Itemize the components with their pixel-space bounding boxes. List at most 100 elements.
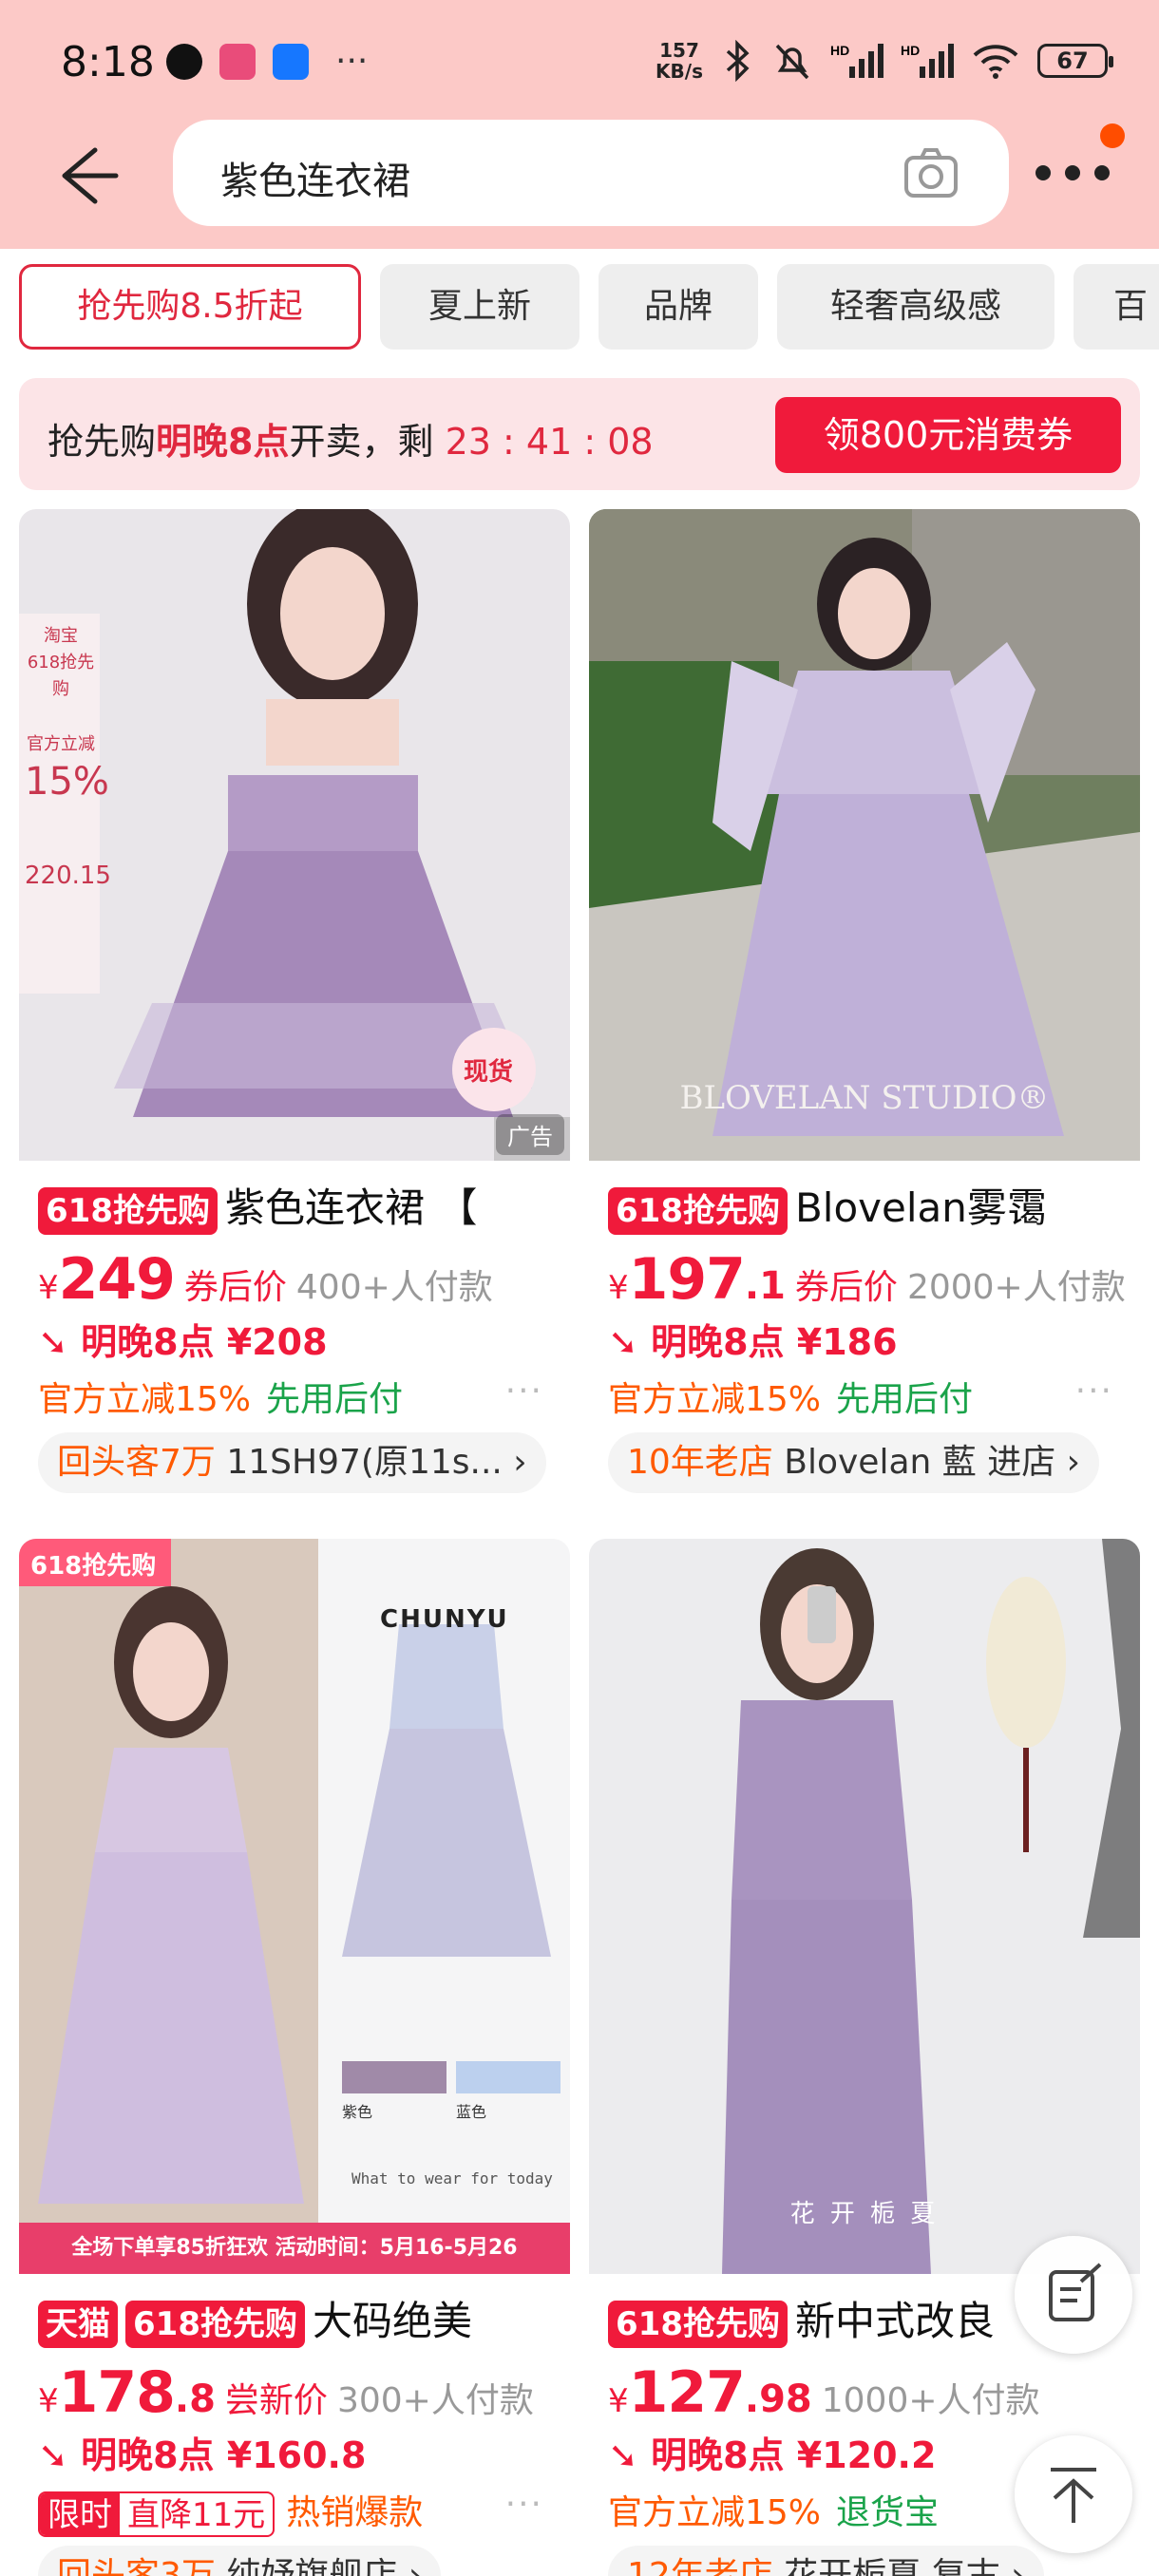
- chip-summer-new[interactable]: 夏上新: [380, 264, 580, 350]
- more-dots-icon[interactable]: ···: [505, 2485, 543, 2524]
- more-options-icon[interactable]: [1030, 152, 1115, 190]
- price: 178: [58, 2359, 176, 2426]
- price: 249: [58, 1246, 176, 1313]
- claim-coupon-button[interactable]: 领800元消费券: [775, 397, 1121, 473]
- wifi-icon: [973, 45, 1018, 79]
- shop-link[interactable]: 12年老店 花开栀夏 复古 ›: [608, 2546, 1044, 2576]
- svg-text:HD: HD: [830, 43, 849, 58]
- product-title: 618抢先购 Blovelan雾霭: [608, 1180, 1140, 1237]
- chevron-right-icon: ›: [1011, 2556, 1025, 2576]
- product-image[interactable]: BLOVELAN STUDIO®: [589, 509, 1140, 1161]
- bluetooth-icon: [726, 40, 750, 82]
- promo-text: 抢先购明晚8点开卖，剩 23 : 41 : 08: [48, 412, 654, 464]
- product-tags: 官方立减15% 先用后付: [608, 1372, 973, 1421]
- image-color-purple: 紫色: [342, 2103, 373, 2121]
- sold-count: 2000+人付款: [906, 1268, 1126, 1307]
- tag-pay-later: 先用后付: [836, 1380, 974, 1419]
- price-label: 券后价: [794, 1268, 898, 1307]
- product-card[interactable]: 淘宝 618抢先购 官方立减 15% 220.15 现货 广告 618抢先购 紫色…: [19, 509, 570, 1516]
- price: 197: [628, 1246, 746, 1313]
- image-brand-watermark: BLOVELAN STUDIO®: [679, 1079, 1050, 1117]
- sticker-line-2: 618抢先购: [27, 653, 95, 699]
- shop-name: Blovelan 藍 进店: [784, 1443, 1056, 1482]
- shop-highlight: 10年老店: [627, 1443, 773, 1482]
- signal-icon-2: HD: [901, 43, 954, 78]
- tag-discount: 官方立减15%: [608, 1380, 822, 1419]
- shop-link[interactable]: 回头客3万 纯妤旗舰店 ›: [38, 2546, 442, 2576]
- image-brand: CHUNYU: [380, 1605, 509, 1634]
- status-bar: 8:18 ··· 157 KB/s HD HD 67: [0, 0, 1159, 133]
- edit-floating-button[interactable]: [1015, 2236, 1132, 2354]
- product-image[interactable]: 618抢先购 CHUNYU 紫色 蓝色 What to wear for tod…: [19, 1539, 570, 2274]
- presale-badge: 618抢先购: [38, 1186, 218, 1235]
- app-notification-icon: [219, 43, 256, 80]
- product-title: 天猫 618抢先购 大码绝美: [38, 2293, 570, 2350]
- more-dots-icon[interactable]: ···: [1075, 1372, 1113, 1411]
- chip-brand[interactable]: 品牌: [598, 264, 758, 350]
- chip-more[interactable]: 百: [1074, 264, 1159, 350]
- product-card[interactable]: 618抢先购 CHUNYU 紫色 蓝色 What to wear for tod…: [19, 1539, 570, 2576]
- image-campaign-banner: 全场下单享85折狂欢 活动时间：5月16-5月26: [71, 2236, 518, 2260]
- image-color-blue: 蓝色: [456, 2103, 487, 2121]
- ad-tag: 广告: [496, 1114, 564, 1155]
- flash-sale-amount: 直降11元: [127, 2496, 266, 2534]
- more-dots-icon[interactable]: ···: [505, 1372, 543, 1411]
- chip-presale-discount[interactable]: 抢先购8.5折起: [19, 264, 361, 350]
- edit-icon: [1049, 2263, 1102, 2321]
- product-image[interactable]: 淘宝 618抢先购 官方立减 15% 220.15 现货 广告: [19, 509, 570, 1161]
- tag-discount: 官方立减15%: [608, 2493, 822, 2532]
- search-input[interactable]: 紫色连衣裙: [173, 120, 1009, 226]
- notification-icons: ···: [166, 42, 368, 81]
- product-card[interactable]: 花 开 栀 夏 618抢先购 新中式改良 ¥127.98 1000+人付款 ➘ 明晚…: [589, 1539, 1140, 2576]
- sticker-line-4: 15%: [25, 760, 109, 804]
- alipay-icon: [273, 43, 309, 80]
- chevron-right-icon: ›: [1066, 1443, 1081, 1482]
- down-arrow-icon: ➘: [38, 1321, 82, 1363]
- product-card[interactable]: BLOVELAN STUDIO® 618抢先购 Blovelan雾霭 ¥197.1…: [589, 509, 1140, 1516]
- product-info: 618抢先购 紫色连衣裙 【 ¥249 券后价 400+人付款 ➘ 明晚8点 ¥208…: [19, 1161, 570, 1516]
- image-promo-sticker: 淘宝 618抢先购 官方立减 15% 220.15: [25, 623, 111, 890]
- tomorrow-price-text: 明晚8点 ¥208: [81, 1321, 328, 1363]
- price-line: ¥178.8 尝新价 300+人付款: [38, 2359, 534, 2426]
- product-grid: 淘宝 618抢先购 官方立减 15% 220.15 现货 广告 618抢先购 紫色…: [0, 496, 1159, 2576]
- signal-icon-1: HD: [830, 43, 884, 78]
- presale-badge: 618抢先购: [608, 2300, 788, 2348]
- product-title-text: Blovelan雾霭: [794, 1184, 1047, 1231]
- status-time: 8:18: [61, 38, 155, 86]
- chip-luxury[interactable]: 轻奢高级感: [777, 264, 1054, 350]
- net-speed-value: 157: [659, 39, 699, 62]
- tomorrow-price: ➘ 明晚8点 ¥186: [608, 1313, 898, 1365]
- price-line: ¥127.98 1000+人付款: [608, 2359, 1040, 2426]
- shop-name: 纯妤旗舰店: [226, 2556, 398, 2576]
- shop-link[interactable]: 回头客7万 11SH97(原11s... ›: [38, 1432, 546, 1493]
- back-to-top-button[interactable]: [1015, 2435, 1132, 2553]
- more-notifications-icon: ···: [335, 42, 369, 81]
- countdown-timer: 23 : 41 : 08: [445, 421, 654, 463]
- price-decimal: .1: [744, 1264, 786, 1308]
- shop-link[interactable]: 10年老店 Blovelan 藍 进店 ›: [608, 1432, 1100, 1493]
- back-arrow-icon[interactable]: [48, 142, 124, 209]
- image-brand-watermark: 花 开 栀 夏: [789, 2200, 940, 2228]
- tag-return-insurance: 退货宝: [836, 2493, 940, 2532]
- price-decimal: .8: [174, 2377, 216, 2421]
- promo-prefix: 抢先购: [48, 421, 157, 463]
- tmall-badge: 天猫: [38, 2300, 118, 2348]
- promo-banner: 抢先购明晚8点开卖，剩 23 : 41 : 08 领800元消费券: [19, 378, 1140, 490]
- tomorrow-price: ➘ 明晚8点 ¥208: [38, 1313, 328, 1365]
- shop-highlight: 回头客3万: [57, 2556, 216, 2576]
- down-arrow-icon: ➘: [38, 2434, 82, 2476]
- promo-suffix: 开卖，剩: [289, 421, 434, 463]
- price-label: 尝新价: [224, 2381, 328, 2420]
- camera-icon[interactable]: [901, 142, 961, 203]
- chevron-right-icon: ›: [513, 1443, 527, 1482]
- price-decimal: .98: [744, 2377, 812, 2421]
- sticker-line-3: 官方立减: [27, 734, 95, 754]
- chevron-right-icon: ›: [408, 2556, 423, 2576]
- stock-sticker: 现货: [464, 1058, 514, 1087]
- tag-pay-later: 先用后付: [266, 1380, 404, 1419]
- arrow-up-icon: [1051, 2468, 1096, 2523]
- sticker-line-5: 220.15: [25, 862, 111, 890]
- currency-symbol: ¥: [38, 2382, 59, 2420]
- product-image[interactable]: 花 开 栀 夏: [589, 1539, 1140, 2274]
- tomorrow-price-text: 明晚8点 ¥120.2: [651, 2434, 937, 2476]
